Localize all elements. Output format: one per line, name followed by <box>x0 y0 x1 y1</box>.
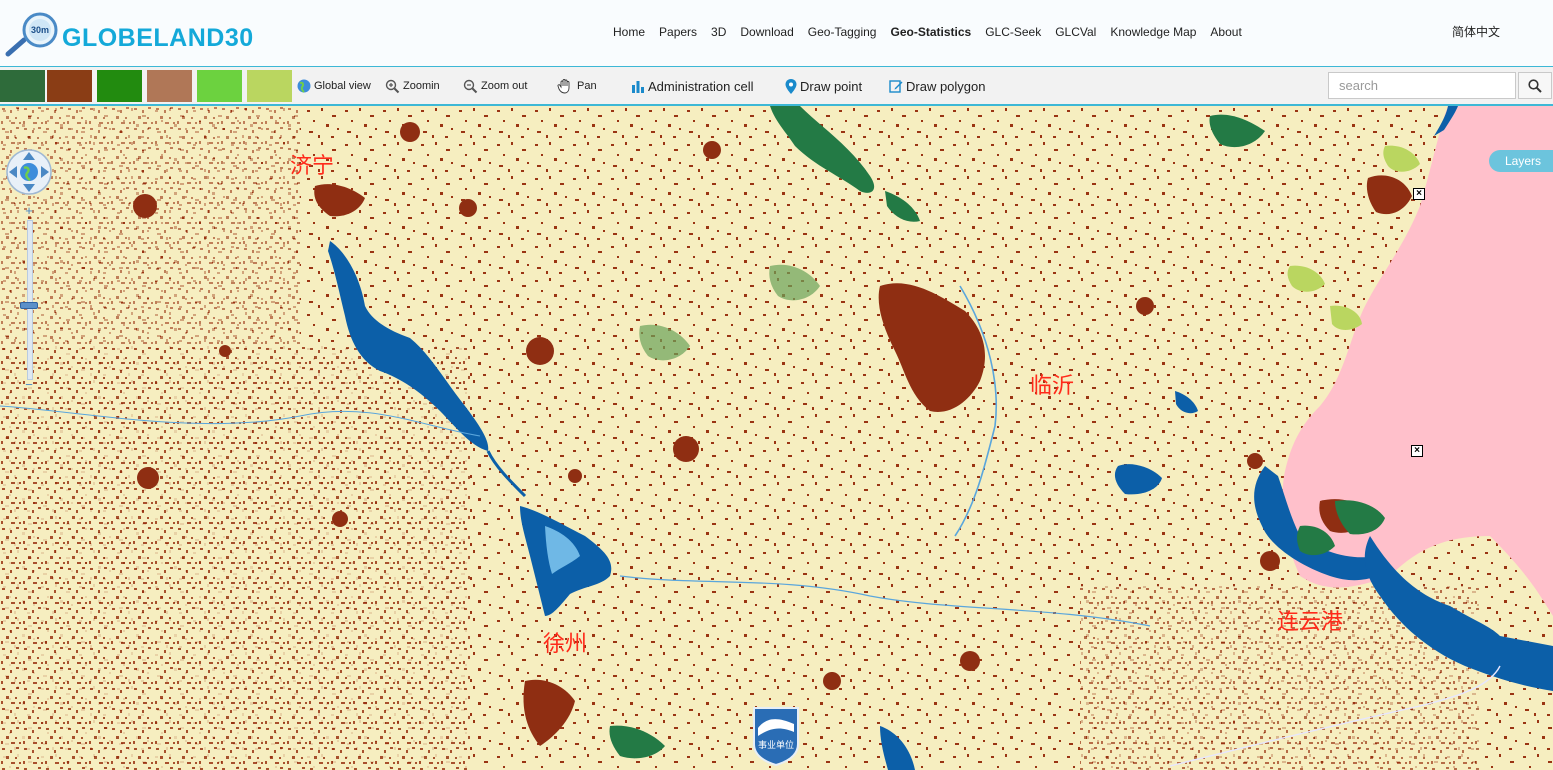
zoom-out-label: Zoom out <box>481 80 528 92</box>
search-button[interactable] <box>1518 72 1552 99</box>
draw-point-button[interactable]: Draw point <box>785 77 862 95</box>
search-input[interactable] <box>1328 72 1516 99</box>
zoom-in-label: Zoomin <box>403 80 440 92</box>
public-institution-badge[interactable]: 事业单位 <box>750 704 802 766</box>
globe-icon <box>297 79 311 93</box>
pan-button[interactable]: Pan <box>557 77 597 95</box>
land-cover-map[interactable]: 济宁 临沂 徐州 连云港 Layers + − × × 事业单位 <box>0 106 1553 770</box>
zoom-minus-button[interactable]: − <box>20 378 38 392</box>
nav-geo-tagging[interactable]: Geo-Tagging <box>801 24 884 42</box>
draw-polygon-button[interactable]: Draw polygon <box>889 77 986 95</box>
legend-swatch-artificial[interactable] <box>47 70 92 102</box>
legend-swatch-bareland[interactable] <box>147 70 192 102</box>
magnifier-globe-icon: 30m <box>5 12 58 57</box>
logo-badge: 30m <box>31 25 49 35</box>
nav-home[interactable]: Home <box>606 24 652 42</box>
zoom-in-button[interactable]: Zoomin <box>385 77 440 95</box>
nav-papers[interactable]: Papers <box>652 24 704 42</box>
global-view-button[interactable]: Global view <box>297 77 371 95</box>
nav-glc-seek[interactable]: GLC-Seek <box>978 24 1048 42</box>
language-switch[interactable]: 简体中文 <box>1452 24 1500 40</box>
badge-text: 事业单位 <box>758 739 794 751</box>
map-pin-icon <box>785 78 797 94</box>
legend-swatch-forest[interactable] <box>0 70 45 102</box>
bar-chart-icon <box>632 81 644 93</box>
nav-3d[interactable]: 3D <box>704 24 733 42</box>
city-label-xuzhou: 徐州 <box>543 632 588 657</box>
main-nav: Home Papers 3D Download Geo-Tagging Geo-… <box>606 24 1249 42</box>
hand-icon <box>557 79 570 94</box>
close-marker-icon[interactable]: × <box>1411 445 1423 457</box>
site-header: 30m GLOBELAND30 Home Papers 3D Download … <box>0 0 1553 67</box>
draw-polygon-label: Draw polygon <box>906 78 986 94</box>
city-label-linyi: 临沂 <box>1030 374 1075 399</box>
draw-point-label: Draw point <box>800 78 863 94</box>
pan-label: Pan <box>577 80 597 92</box>
site-logo[interactable]: 30m GLOBELAND30 <box>4 10 284 58</box>
zoom-slider[interactable]: + − <box>20 204 38 394</box>
layers-button[interactable]: Layers <box>1489 150 1553 172</box>
pan-control[interactable] <box>5 148 53 196</box>
city-label-jining: 济宁 <box>290 154 335 179</box>
close-marker-icon[interactable]: × <box>1413 188 1425 200</box>
administration-cell-button[interactable]: Administration cell <box>631 77 754 95</box>
zoom-track[interactable] <box>27 220 33 380</box>
zoom-plus-button[interactable]: + <box>20 204 38 218</box>
global-view-label: Global view <box>314 80 371 92</box>
city-label-lianyungang: 连云港 <box>1277 610 1344 635</box>
search-icon <box>1528 78 1542 93</box>
administration-cell-label: Administration cell <box>648 78 754 94</box>
legend-swatch-wetland[interactable] <box>247 70 292 102</box>
dense-settlement-west <box>0 346 470 770</box>
map-toolbar: Global view Zoomin Zoom out Pan Administ… <box>0 67 1553 106</box>
nav-knowledge-map[interactable]: Knowledge Map <box>1103 24 1203 42</box>
nav-glcval[interactable]: GLCVal <box>1048 24 1103 42</box>
nav-download[interactable]: Download <box>733 24 800 42</box>
legend-swatch-shrub[interactable] <box>97 70 142 102</box>
legend-swatch-grassland[interactable] <box>197 70 242 102</box>
zoom-out-icon <box>463 79 478 93</box>
zoom-thumb[interactable] <box>20 302 38 309</box>
zoom-in-icon <box>385 79 400 93</box>
logo-text: GLOBELAND30 <box>62 24 254 52</box>
map-canvas <box>0 106 1553 770</box>
nav-geo-statistics[interactable]: Geo-Statistics <box>883 24 978 42</box>
nav-about[interactable]: About <box>1203 24 1248 42</box>
edit-icon <box>889 80 903 93</box>
zoom-out-button[interactable]: Zoom out <box>463 77 527 95</box>
